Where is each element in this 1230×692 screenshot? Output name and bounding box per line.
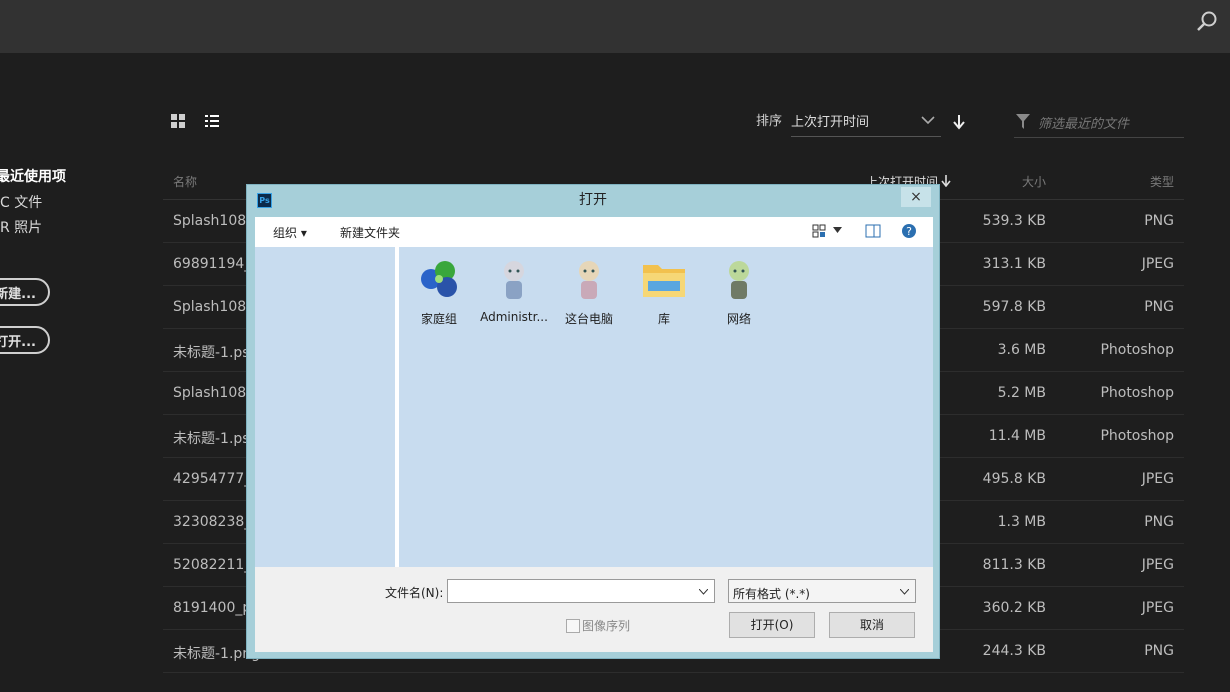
cell-type: JPEG (1141, 600, 1174, 616)
cell-type: JPEG (1141, 256, 1174, 272)
new-folder-button[interactable]: 新建文件夹 (340, 224, 400, 241)
image-sequence-label: 图像序列 (582, 619, 631, 633)
item-label: 这台电脑 (564, 312, 613, 326)
preview-pane-icon[interactable] (865, 223, 881, 239)
computer-icon (579, 261, 599, 299)
nav-recent[interactable]: 最近使用项 (0, 166, 66, 186)
cell-type: Photoshop (1100, 428, 1174, 444)
file-list-pane[interactable]: 家庭组 Administr... 这台电脑 库 网络 (399, 247, 933, 567)
cell-type: JPEG (1141, 557, 1174, 573)
item-label: 库 (657, 312, 670, 326)
cell-type: JPEG (1141, 471, 1174, 487)
cell-type: PNG (1144, 514, 1174, 530)
list-view-icon[interactable] (204, 113, 220, 129)
chevron-down-icon (699, 589, 708, 595)
filename-input[interactable] (447, 579, 715, 603)
cell-size: 811.3 KB (982, 557, 1046, 573)
this-pc-item[interactable]: 这台电脑 (554, 255, 624, 327)
cell-size: 5.2 MB (997, 385, 1046, 401)
col-size[interactable]: 大小 (1022, 173, 1046, 190)
homegroup-icon (421, 261, 457, 297)
cell-type: Photoshop (1100, 385, 1174, 401)
close-button[interactable]: × (901, 187, 931, 207)
filter-placeholder: 筛选最近的文件 (1038, 117, 1130, 132)
help-icon[interactable]: ? (901, 223, 917, 239)
open-file-button[interactable]: 打开(O) (729, 612, 815, 638)
top-bar (0, 0, 1230, 53)
cell-size: 313.1 KB (982, 256, 1046, 272)
sort-arrow-icon (941, 175, 951, 187)
cell-size: 11.4 MB (988, 428, 1046, 444)
organize-button[interactable]: 组织 ▾ (273, 224, 307, 241)
cell-name: 32308238_ (173, 514, 252, 530)
sort-select[interactable]: 上次打开时间 (791, 104, 941, 137)
cell-type: PNG (1144, 643, 1174, 659)
cell-type: PNG (1144, 213, 1174, 229)
grid-view-icon[interactable] (170, 113, 186, 129)
filetype-select[interactable]: 所有格式 (*.*) (728, 579, 916, 603)
user-folder-icon (504, 261, 524, 299)
navigation-pane[interactable] (255, 247, 395, 567)
sort-direction-icon[interactable] (953, 114, 965, 130)
cell-name: 未标题-1.ps (173, 431, 250, 447)
admin-item[interactable]: Administr... (479, 255, 549, 324)
image-sequence-checkbox[interactable] (566, 619, 580, 633)
cell-size: 1.3 MB (997, 514, 1046, 530)
cell-name: Splash1080 (173, 299, 256, 315)
cell-name: 8191400_p (173, 600, 252, 616)
folder-icon (643, 265, 685, 297)
filter-input[interactable]: 筛选最近的文件 (1014, 107, 1184, 138)
chevron-down-icon (900, 589, 909, 595)
sort-value: 上次打开时间 (791, 115, 870, 130)
item-label: Administr... (480, 310, 548, 324)
cell-size: 597.8 KB (982, 299, 1046, 315)
open-button[interactable]: 打开... (0, 326, 50, 354)
cell-name: Splash1080 (173, 213, 256, 229)
search-icon[interactable] (1196, 10, 1218, 32)
network-icon (729, 261, 749, 299)
cell-size: 3.6 MB (997, 342, 1046, 358)
cancel-button[interactable]: 取消 (829, 612, 915, 638)
nav-lr-photos[interactable]: R 照片 (0, 217, 42, 237)
library-item[interactable]: 库 (629, 255, 699, 327)
open-dialog: Ps 打开 × 组织 ▾ 新建文件夹 ? 家庭组 Administr... 这台 (246, 184, 940, 659)
view-dropdown-icon[interactable] (833, 227, 842, 233)
new-button[interactable]: 新建... (0, 278, 50, 306)
nav-cc-files[interactable]: C 文件 (0, 192, 42, 212)
filename-label: 文件名(N): (385, 586, 444, 600)
col-type[interactable]: 类型 (1150, 173, 1174, 190)
dialog-toolbar: 组织 ▾ 新建文件夹 ? (255, 217, 933, 247)
cell-name: 42954777_ (173, 471, 252, 487)
network-item[interactable]: 网络 (704, 255, 774, 327)
cell-size: 360.2 KB (982, 600, 1046, 616)
cell-name: Splash1080 (173, 385, 256, 401)
col-name[interactable]: 名称 (173, 173, 197, 190)
view-grid-icon[interactable] (812, 224, 826, 238)
cell-size: 495.8 KB (982, 471, 1046, 487)
dialog-title: 打开 (579, 192, 607, 208)
sort-label: 排序 (756, 114, 783, 129)
cell-name: 未标题-1.ps (173, 345, 250, 361)
cell-name: 52082211_ (173, 557, 252, 573)
homegroup-item[interactable]: 家庭组 (404, 255, 474, 327)
dialog-footer: 文件名(N): 所有格式 (*.*) 图像序列 打开(O) 取消 (255, 567, 933, 652)
item-label: 网络 (726, 312, 751, 326)
cell-size: 244.3 KB (982, 643, 1046, 659)
filter-icon (1016, 114, 1030, 129)
cell-type: PNG (1144, 299, 1174, 315)
cell-type: Photoshop (1100, 342, 1174, 358)
item-label: 家庭组 (420, 312, 457, 326)
cell-size: 539.3 KB (982, 213, 1046, 229)
svg-text:?: ? (906, 225, 912, 238)
chevron-down-icon (921, 116, 935, 125)
filetype-value: 所有格式 (*.*) (733, 587, 810, 601)
